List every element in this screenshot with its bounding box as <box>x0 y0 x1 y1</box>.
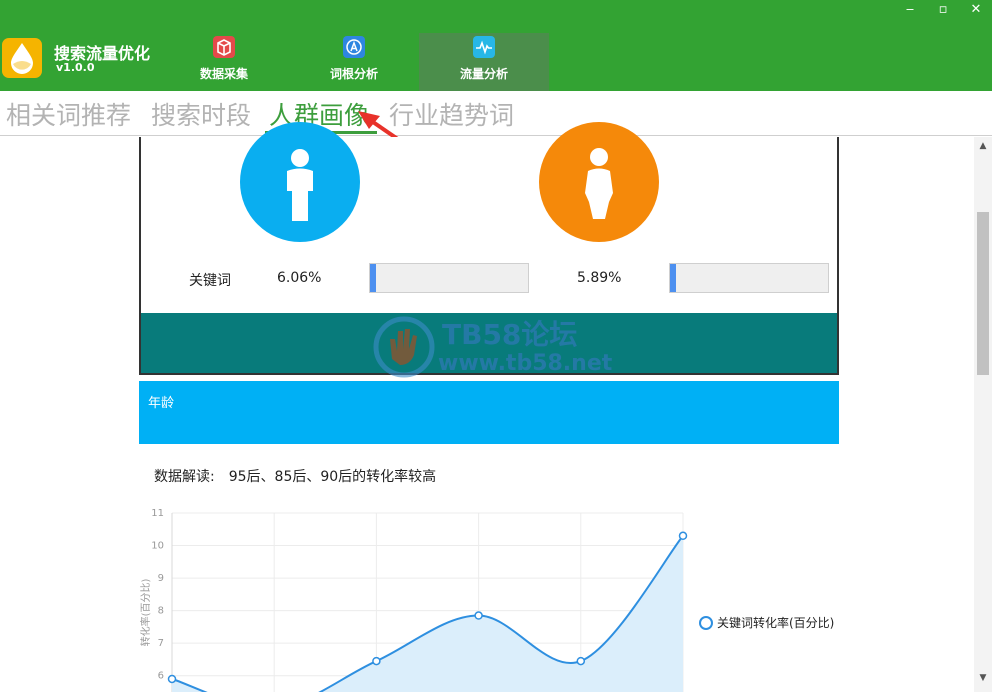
watermark-title: TB58论坛 <box>442 318 578 351</box>
watermark-url: www.tb58.net <box>438 351 613 376</box>
data-point <box>576 656 586 666</box>
scroll-thumb[interactable] <box>977 212 989 375</box>
age-conversion-chart: 6 7 8 9 10 11 转化率(百分比) 关键词转化率(百分比) <box>139 508 834 692</box>
data-interpretation: 数据解读: 95后、85后、90后的转化率较高 <box>154 466 436 486</box>
app-version: v1.0.0 <box>56 61 95 74</box>
female-progress-fill <box>670 264 677 292</box>
pulse-icon <box>473 36 495 58</box>
y-tick-label: 10 <box>151 541 164 552</box>
box-icon <box>213 36 235 58</box>
subtab-related-words[interactable]: 相关词推荐 <box>6 96 131 132</box>
y-tick-label: 11 <box>151 508 164 519</box>
keyword-row-label: 关键词 <box>189 273 231 289</box>
y-tick-label: 6 <box>158 671 164 682</box>
sub-tab-bar: 相关词推荐 搜索时段 人群画像 行业趋势词 <box>0 91 992 136</box>
watermark: TB58论坛 www.tb58.net <box>372 313 632 383</box>
y-tick-label: 7 <box>158 638 164 649</box>
age-title: 年龄 <box>148 396 175 411</box>
scroll-down-arrow-icon[interactable]: ▼ <box>977 673 989 683</box>
data-point <box>474 611 483 620</box>
male-progress-bar <box>369 263 529 293</box>
nav-tab-data-collection[interactable]: 数据采集 <box>159 33 289 91</box>
y-tick-label: 9 <box>158 573 164 584</box>
y-tick-label: 8 <box>158 606 164 617</box>
female-person-icon <box>539 122 659 242</box>
nav-tab-label: 词根分析 <box>329 67 378 81</box>
male-progress-fill <box>370 264 377 292</box>
nav-tab-traffic-analysis[interactable]: 流量分析 <box>419 33 549 91</box>
nav-tab-root-analysis[interactable]: 词根分析 <box>289 33 419 91</box>
data-point <box>678 531 688 541</box>
age-section-header: 年龄 <box>139 381 839 444</box>
male-percent: 6.06% <box>277 270 322 286</box>
interpretation-value: 95后、85后、90后的转化率较高 <box>228 469 437 485</box>
series-area <box>172 535 683 692</box>
legend-marker <box>699 616 713 630</box>
data-point <box>167 674 177 684</box>
vertical-scrollbar[interactable]: ▲ ▼ <box>974 137 992 692</box>
close-button[interactable]: ✕ <box>966 2 986 18</box>
watermark-hand-icon <box>373 316 435 378</box>
nav-tab-label: 流量分析 <box>459 67 508 81</box>
maximize-button[interactable]: ▫ <box>933 2 953 18</box>
subtab-search-periods[interactable]: 搜索时段 <box>151 96 251 132</box>
minimize-button[interactable]: ‒ <box>900 2 920 18</box>
data-point <box>372 656 381 666</box>
scroll-up-arrow-icon[interactable]: ▲ <box>977 141 989 151</box>
male-person-icon <box>240 122 360 242</box>
legend-label: 关键词转化率(百分比) <box>717 615 834 630</box>
female-percent: 5.89% <box>577 270 622 286</box>
interpretation-label: 数据解读: <box>154 469 215 485</box>
a-badge-icon <box>343 36 365 58</box>
title-bar: 搜索流量优化 v1.0.0 ‒ ▫ ✕ 数据采集 词根分析 流量分析 <box>0 0 992 91</box>
female-progress-bar <box>669 263 829 293</box>
app-logo-icon <box>2 38 42 78</box>
y-axis-label: 转化率(百分比) <box>139 579 152 647</box>
nav-tab-label: 数据采集 <box>199 67 248 81</box>
